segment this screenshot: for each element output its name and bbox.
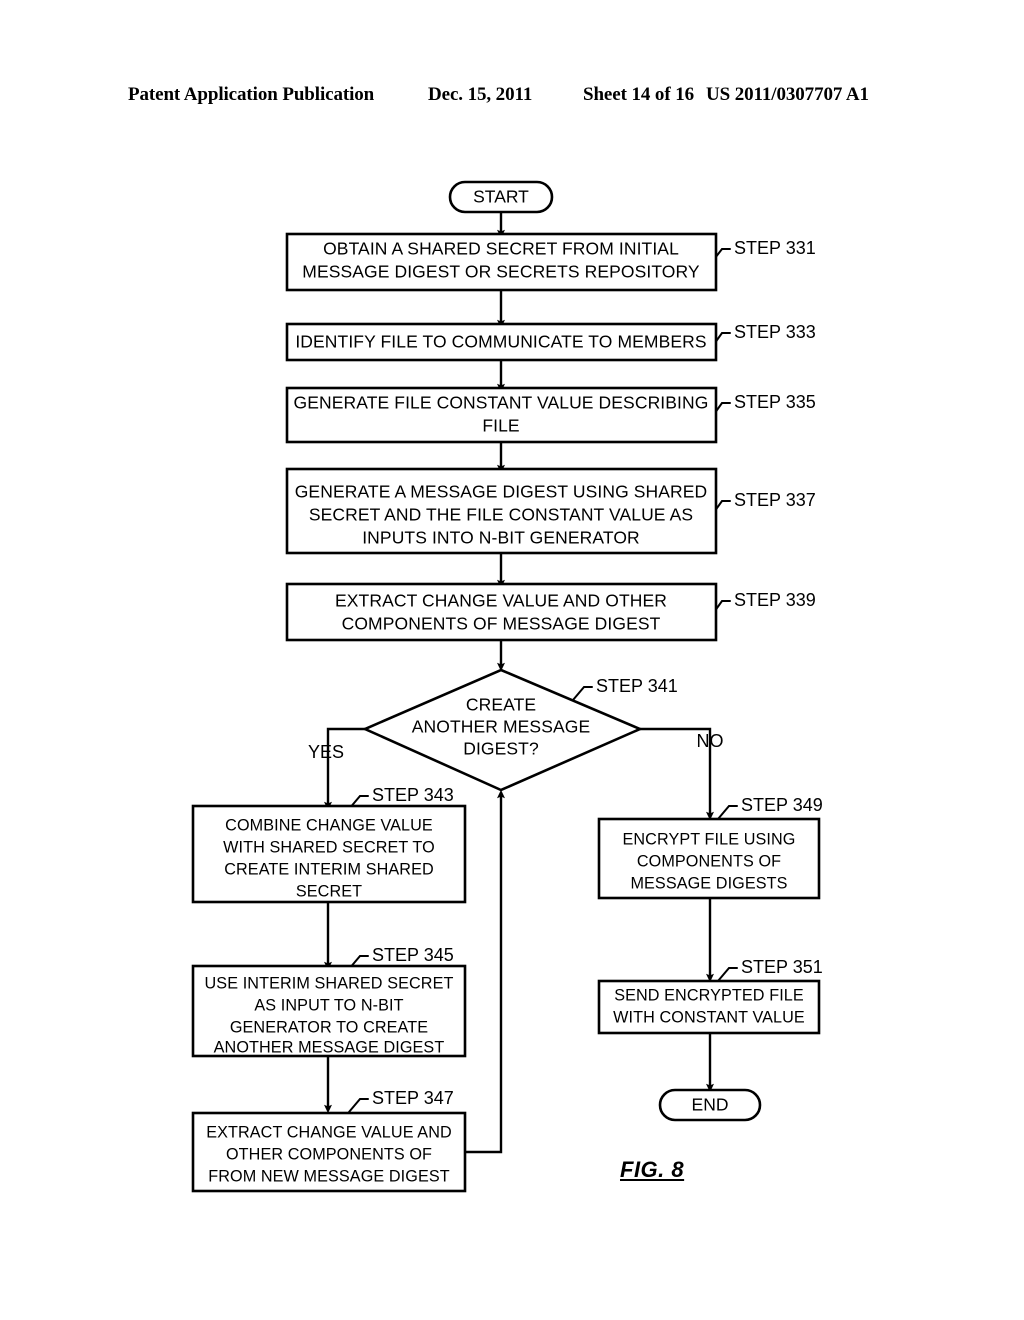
- node-step-335[interactable]: GENERATE FILE CONSTANT VALUE DESCRIBING …: [285, 386, 718, 444]
- step-331-label: STEP 331: [734, 238, 816, 258]
- step-337-line-2: SECRET AND THE FILE CONSTANT VALUE AS: [309, 505, 693, 525]
- step-343-line-1: COMBINE CHANGE VALUE: [225, 816, 433, 834]
- step-341-line-2: ANOTHER MESSAGE: [412, 717, 590, 737]
- step-347-label: STEP 347: [372, 1088, 454, 1108]
- step-343-line-2: WITH SHARED SECRET TO: [223, 838, 435, 856]
- step-347-line-1: EXTRACT CHANGE VALUE AND: [206, 1123, 452, 1141]
- node-step-343[interactable]: COMBINE CHANGE VALUE WITH SHARED SECRET …: [191, 804, 467, 904]
- node-step-337[interactable]: GENERATE A MESSAGE DIGEST USING SHARED S…: [285, 467, 718, 555]
- leader-349: [717, 805, 738, 820]
- step-335-line-2: FILE: [482, 416, 519, 436]
- node-start[interactable]: START: [448, 180, 554, 214]
- step-337-label: STEP 337: [734, 490, 816, 510]
- branch-label-no: NO: [697, 731, 724, 751]
- step-343-line-3: CREATE INTERIM SHARED: [224, 860, 434, 878]
- node-step-349[interactable]: ENCRYPT FILE USING COMPONENTS OF MESSAGE…: [597, 817, 821, 900]
- node-step-351[interactable]: SEND ENCRYPTED FILE WITH CONSTANT VALUE: [597, 979, 821, 1035]
- step-345-line-4: ANOTHER MESSAGE DIGEST: [214, 1038, 445, 1056]
- step-351-line-1: SEND ENCRYPTED FILE: [614, 986, 804, 1004]
- end-label: END: [692, 1095, 729, 1115]
- step-335-label: STEP 335: [734, 392, 816, 412]
- step-343-line-4: SECRET: [296, 882, 362, 900]
- step-337-line-3: INPUTS INTO N-BIT GENERATOR: [362, 528, 640, 548]
- step-351-line-2: WITH CONSTANT VALUE: [613, 1008, 805, 1026]
- step-339-label: STEP 339: [734, 590, 816, 610]
- step-349-line-3: MESSAGE DIGESTS: [630, 874, 787, 892]
- node-step-331[interactable]: OBTAIN A SHARED SECRET FROM INITIAL MESS…: [285, 232, 718, 292]
- step-341-label: STEP 341: [596, 676, 678, 696]
- step-349-label: STEP 349: [741, 795, 823, 815]
- step-349-line-1: ENCRYPT FILE USING: [622, 830, 795, 848]
- connector-341-yes-to-343: [324, 727, 365, 811]
- leader-341: [572, 686, 593, 701]
- flowchart-diagram: START OBTAIN A SHARED SECRET FROM INITIA…: [0, 0, 1024, 1320]
- leader-347: [348, 1098, 369, 1113]
- step-341-line-3: DIGEST?: [463, 739, 539, 759]
- step-349-line-2: COMPONENTS OF: [637, 852, 781, 870]
- start-label: START: [473, 187, 529, 207]
- node-step-333[interactable]: IDENTIFY FILE TO COMMUNICATE TO MEMBERS: [285, 322, 718, 362]
- step-333-line-1: IDENTIFY FILE TO COMMUNICATE TO MEMBERS: [295, 332, 706, 352]
- connector-347-feedback-to-341: [465, 789, 505, 1154]
- step-345-line-1: USE INTERIM SHARED SECRET: [205, 974, 454, 992]
- node-step-345[interactable]: USE INTERIM SHARED SECRET AS INPUT TO N-…: [191, 964, 467, 1058]
- step-345-line-2: AS INPUT TO N-BIT: [254, 996, 403, 1014]
- figure-caption: FIG. 8: [620, 1157, 685, 1182]
- node-end[interactable]: END: [658, 1088, 762, 1122]
- step-343-label: STEP 343: [372, 785, 454, 805]
- step-339-line-2: COMPONENTS OF MESSAGE DIGEST: [342, 614, 661, 634]
- step-347-line-2: OTHER COMPONENTS OF: [226, 1145, 432, 1163]
- step-347-line-3: FROM NEW MESSAGE DIGEST: [208, 1167, 450, 1185]
- leader-351: [717, 967, 738, 982]
- step-333-label: STEP 333: [734, 322, 816, 342]
- step-339-line-1: EXTRACT CHANGE VALUE AND OTHER: [335, 591, 667, 611]
- step-331-line-2: MESSAGE DIGEST OR SECRETS REPOSITORY: [302, 262, 700, 282]
- branch-label-yes: YES: [308, 742, 344, 762]
- step-337-line-1: GENERATE A MESSAGE DIGEST USING SHARED: [295, 482, 708, 502]
- step-351-label: STEP 351: [741, 957, 823, 977]
- node-step-339[interactable]: EXTRACT CHANGE VALUE AND OTHER COMPONENT…: [285, 582, 718, 642]
- node-step-347[interactable]: EXTRACT CHANGE VALUE AND OTHER COMPONENT…: [191, 1111, 467, 1193]
- step-335-line-1: GENERATE FILE CONSTANT VALUE DESCRIBING: [294, 393, 709, 413]
- step-331-line-1: OBTAIN A SHARED SECRET FROM INITIAL: [323, 239, 679, 259]
- step-341-line-1: CREATE: [466, 695, 536, 715]
- step-345-line-3: GENERATOR TO CREATE: [230, 1018, 428, 1036]
- step-345-label: STEP 345: [372, 945, 454, 965]
